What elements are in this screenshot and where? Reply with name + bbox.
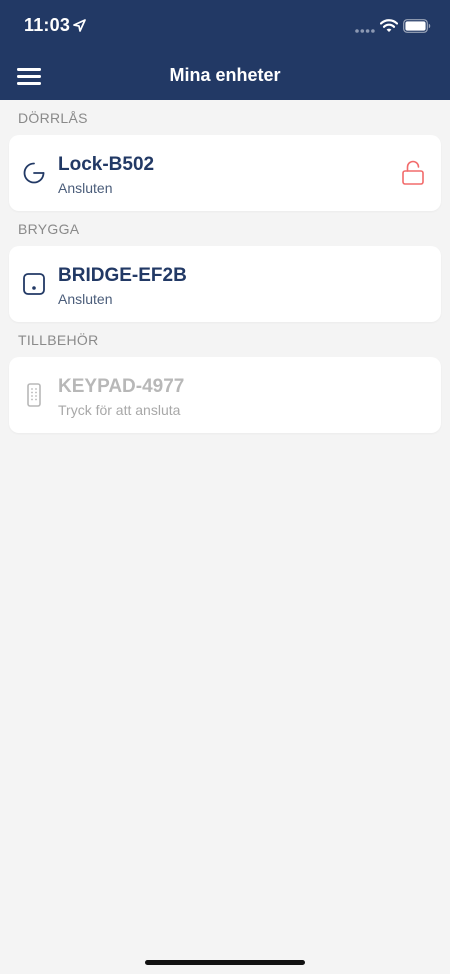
status-time: 11:03	[24, 15, 71, 35]
keypad-device-icon	[27, 383, 41, 407]
page-title: Mina enheter	[169, 65, 281, 85]
section-header-accessories: TILLBEHÖR	[18, 332, 99, 348]
device-name: Lock-B502	[58, 154, 155, 175]
device-status: Ansluten	[58, 180, 113, 196]
device-status: Ansluten	[58, 291, 113, 307]
navigation-bar: Mina enheter	[0, 52, 450, 100]
battery-icon	[403, 19, 431, 33]
device-card-keypad[interactable]: KEYPAD-4977 Tryck för att ansluta	[9, 357, 441, 433]
section-header-bridge: BRYGGA	[18, 221, 80, 237]
wifi-icon	[380, 19, 398, 32]
section-header-door-locks: DÖRRLÅS	[18, 110, 88, 126]
home-indicator[interactable]	[145, 960, 305, 965]
unlocked-padlock-icon[interactable]	[401, 160, 425, 186]
device-name: KEYPAD-4977	[58, 376, 185, 397]
location-arrow-icon	[73, 19, 86, 32]
bridge-device-icon	[23, 273, 45, 295]
device-status: Tryck för att ansluta	[58, 402, 181, 418]
device-name: BRIDGE-EF2B	[58, 265, 187, 286]
status-bar: 11:03	[0, 0, 450, 52]
screen: 11:03 Mina enheter DÖRRLÅS Lock-B502 Ans…	[0, 0, 450, 974]
device-card-lock[interactable]: Lock-B502 Ansluten	[9, 135, 441, 211]
device-card-bridge[interactable]: BRIDGE-EF2B Ansluten	[9, 246, 441, 322]
cellular-signal-icon	[355, 29, 375, 33]
lock-device-icon	[23, 162, 45, 184]
app-header: 11:03 Mina enheter	[0, 0, 450, 100]
